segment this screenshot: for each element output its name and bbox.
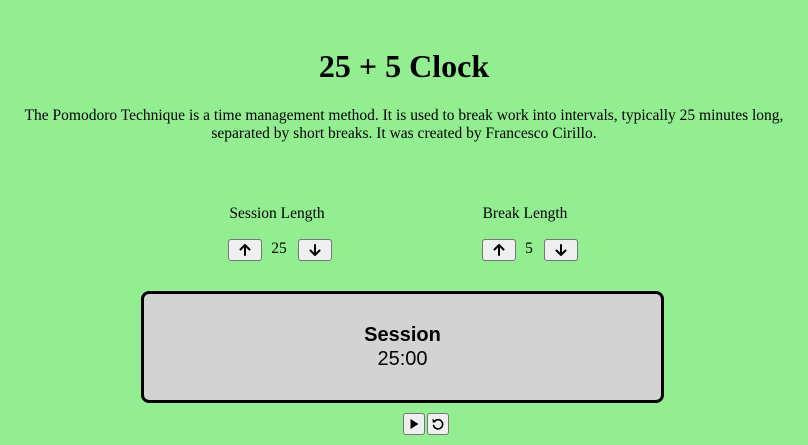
break-length-value: 5 [525, 240, 533, 257]
arrow-down-icon [555, 244, 567, 256]
arrow-down-icon [309, 244, 321, 256]
arrow-up-icon [239, 244, 251, 256]
session-decrement-button[interactable] [298, 239, 332, 261]
arrow-up-icon [493, 244, 505, 256]
reset-button[interactable] [427, 413, 449, 435]
break-length-control: Break Length 5 [425, 204, 625, 261]
page-title: 25 + 5 Clock [318, 48, 490, 84]
play-icon [410, 419, 419, 429]
break-length-controls: 5 [425, 238, 625, 262]
break-increment-button[interactable] [482, 239, 516, 261]
session-length-control: Session Length 25 [177, 204, 377, 261]
play-pause-button[interactable] [403, 413, 425, 435]
timer-time: 25:00 [377, 348, 428, 370]
page-description: The Pomodoro Technique is a time managem… [24, 107, 784, 142]
break-decrement-button[interactable] [544, 239, 578, 261]
reset-icon [432, 418, 444, 430]
session-length-label: Session Length [229, 205, 325, 222]
timer-label: Session [364, 324, 441, 346]
session-length-controls: 25 [177, 238, 377, 262]
session-increment-button[interactable] [228, 239, 262, 261]
session-length-value: 25 [271, 240, 287, 257]
timer-display: Session 25:00 [141, 291, 664, 403]
break-length-label: Break Length [482, 205, 568, 222]
